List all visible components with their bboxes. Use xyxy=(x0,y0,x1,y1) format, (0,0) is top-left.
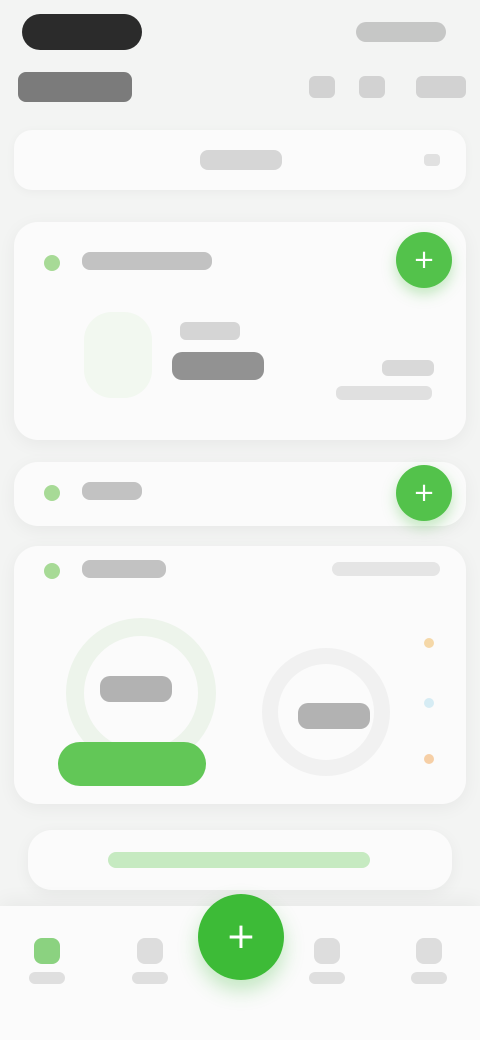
ring-value xyxy=(298,703,370,729)
date-text xyxy=(200,150,282,170)
status-dot xyxy=(44,255,60,271)
legend-dot xyxy=(424,754,434,764)
page-title xyxy=(18,72,132,102)
book-icon xyxy=(314,938,340,964)
share-icon[interactable] xyxy=(359,76,385,98)
cta-button[interactable] xyxy=(58,742,206,786)
nav-item-book[interactable] xyxy=(300,924,354,994)
meta-label xyxy=(180,322,240,340)
profile-icon xyxy=(416,938,442,964)
phone-illustration xyxy=(84,312,152,398)
banner-text xyxy=(108,852,370,868)
legend-dot xyxy=(424,638,434,648)
chevron-down-icon[interactable] xyxy=(424,154,440,166)
nav-item-chart[interactable] xyxy=(123,924,177,994)
plus-icon: + xyxy=(413,478,435,508)
more-icon[interactable] xyxy=(416,76,466,98)
right-subtext xyxy=(336,386,432,400)
plus-icon: + xyxy=(225,916,257,957)
primary-value xyxy=(172,352,264,380)
card-title xyxy=(82,560,166,578)
center-add-button[interactable]: + xyxy=(198,894,284,980)
legend-dot xyxy=(424,698,434,708)
nav-item-profile[interactable] xyxy=(402,924,456,994)
ring-value xyxy=(100,676,172,702)
status-dot xyxy=(44,485,60,501)
nav-label xyxy=(29,972,65,984)
plus-icon: + xyxy=(413,245,435,275)
nav-label xyxy=(309,972,345,984)
add-button[interactable]: + xyxy=(396,465,452,521)
home-icon xyxy=(34,938,60,964)
status-dot xyxy=(44,563,60,579)
card-title xyxy=(82,482,142,500)
nav-label xyxy=(411,972,447,984)
chart-icon xyxy=(137,938,163,964)
status-icons xyxy=(356,22,446,42)
calendar-icon[interactable] xyxy=(309,76,335,98)
nav-label xyxy=(132,972,168,984)
right-action[interactable] xyxy=(332,562,440,576)
nav-item-home[interactable] xyxy=(20,924,74,994)
time-pill xyxy=(22,14,142,50)
right-value xyxy=(382,360,434,376)
add-button[interactable]: + xyxy=(396,232,452,288)
card-title xyxy=(82,252,212,270)
